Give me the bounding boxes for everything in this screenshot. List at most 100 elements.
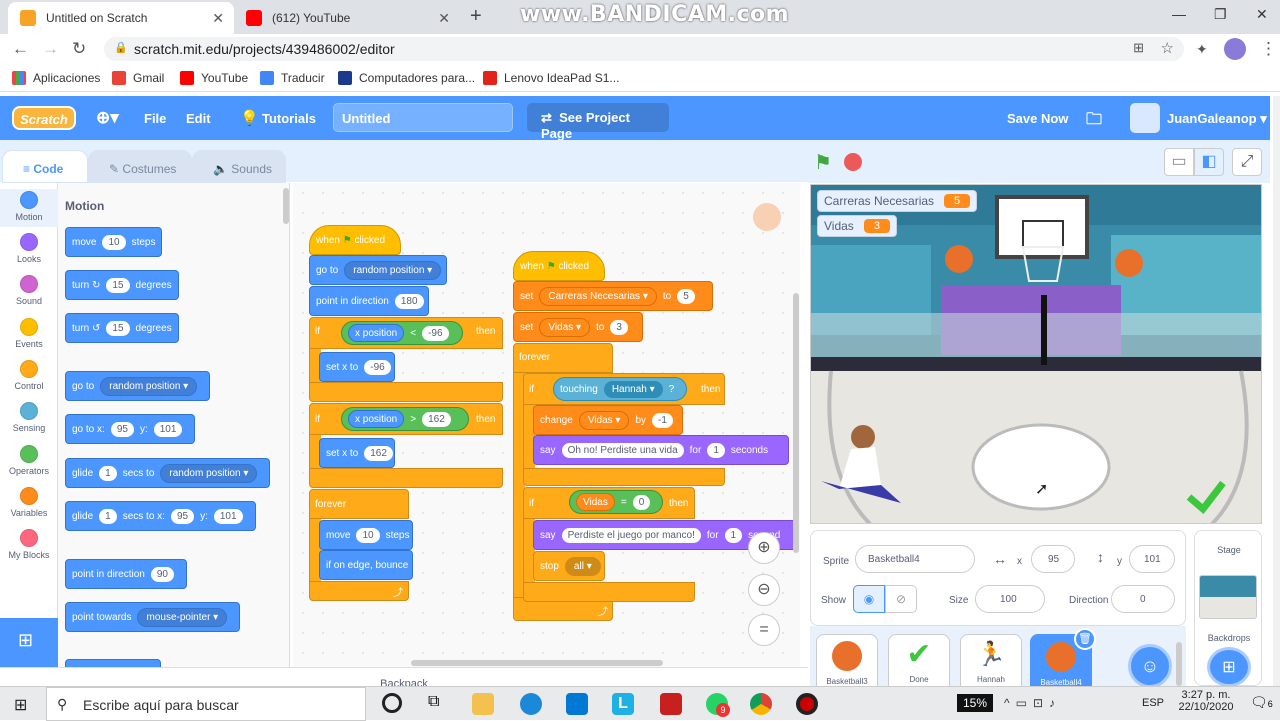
greater-than-operator[interactable]: x position >162 (341, 407, 469, 431)
taskbar-search-box[interactable]: ⚲ Escribe aquí para buscar (46, 687, 366, 721)
maximize-icon[interactable]: ❐ (1214, 6, 1227, 23)
stage-canvas[interactable]: Carreras Necesarias 5 Vidas 3 ➚ (810, 184, 1262, 524)
choose-backdrop-icon[interactable]: ⊞ (1207, 647, 1251, 687)
palette-scrollbar[interactable] (283, 188, 289, 224)
address-bar[interactable]: 🔒 scratch.mit.edu/projects/439486002/edi… (104, 37, 1184, 61)
category-sensing[interactable]: Sensing (0, 402, 58, 433)
new-tab-icon[interactable]: + (470, 5, 482, 28)
x-input[interactable]: 95 (1031, 545, 1075, 573)
when-flag-clicked-hat[interactable]: when ⚑ clicked (513, 251, 605, 281)
block-point-direction[interactable]: point in direction 180 (309, 286, 429, 316)
minimize-icon[interactable]: — (1172, 6, 1186, 22)
file-menu[interactable]: File (144, 111, 166, 126)
sprite-thumb-hannah[interactable]: 🏃 Hannah (960, 634, 1022, 694)
category-events[interactable]: Events (0, 318, 58, 349)
bookmark-star-icon[interactable]: ☆ (1161, 39, 1174, 57)
block-set-x[interactable]: set x to 162 (319, 438, 395, 468)
hide-eye-icon[interactable]: ⊘ (885, 585, 917, 613)
code-workspace[interactable]: when ⚑ clicked go to random position ▾ po… (293, 183, 800, 667)
chrome-icon[interactable] (750, 693, 772, 715)
monitor-carreras-necesarias[interactable]: Carreras Necesarias 5 (817, 190, 978, 212)
stage-target-panel[interactable]: Stage Backdrops ⊞ (1194, 530, 1262, 687)
workspace-vscrollbar[interactable] (793, 293, 799, 553)
equals-operator[interactable]: Vidas = 0 (569, 490, 663, 514)
cortana-icon[interactable] (382, 693, 402, 713)
block-glide-xy[interactable]: glide 1 secs to x: 95 y: 101 (65, 501, 256, 531)
category-sound[interactable]: Sound (0, 275, 58, 306)
extensions-icon[interactable]: ✦ (1196, 41, 1208, 58)
normal-stage-icon[interactable]: ◧ (1194, 148, 1224, 176)
username-menu[interactable]: JuanGaleanop ▾ (1167, 111, 1267, 127)
forward-icon[interactable]: → (42, 39, 59, 59)
bookmark-apps[interactable]: Aplicaciones (12, 71, 100, 85)
category-variables[interactable]: Variables (0, 487, 58, 518)
mail-icon[interactable] (566, 693, 588, 715)
tab-costumes[interactable]: ✎ Costumes (88, 150, 192, 183)
globe-language-icon[interactable]: ⊕▾ (96, 108, 119, 128)
bandicam-icon[interactable] (796, 693, 818, 715)
show-eye-icon[interactable]: ◉ (853, 585, 885, 613)
block-glide[interactable]: glide 1 secs to random position ▾ (65, 458, 271, 488)
edit-menu[interactable]: Edit (186, 111, 211, 126)
backpack-bar[interactable]: Backpack (0, 667, 808, 690)
block-move[interactable]: move 10 steps (65, 227, 163, 257)
save-now-button[interactable]: Save Now (1007, 111, 1068, 126)
sprite-name-input[interactable]: Basketball4 (855, 545, 975, 573)
close-tab-icon[interactable]: ✕ (212, 10, 224, 27)
block-partial[interactable] (65, 659, 161, 667)
bookmark-computadores[interactable]: Computadores para... (338, 71, 475, 85)
fullscreen-icon[interactable]: ⤢ (1232, 148, 1262, 176)
bookmark-youtube[interactable]: YouTube (180, 71, 248, 85)
lenovo-vantage-icon[interactable]: L (612, 693, 634, 715)
clock[interactable]: 3:27 p. m. 22/10/2020 (1176, 689, 1236, 713)
small-stage-icon[interactable]: ▭ (1164, 148, 1194, 176)
user-avatar[interactable] (1130, 103, 1160, 133)
bookmark-gmail[interactable]: Gmail (112, 71, 164, 85)
zoom-out-icon[interactable]: ⊖ (748, 574, 780, 606)
add-extension-button[interactable]: ⊞ (0, 618, 58, 667)
workspace-hscrollbar[interactable] (411, 660, 663, 666)
windows-start-icon[interactable]: ⊞ (14, 695, 27, 715)
block-go-to[interactable]: go to random position ▾ (65, 371, 211, 401)
size-input[interactable]: 100 (975, 585, 1045, 613)
category-my-blocks[interactable]: My Blocks (0, 529, 58, 560)
bookmark-lenovo[interactable]: Lenovo IdeaPad S1... (483, 71, 619, 85)
mcafee-icon[interactable] (660, 693, 682, 715)
block-set-variable[interactable]: set Vidas ▾ to 3 (513, 312, 643, 342)
category-control[interactable]: Control (0, 360, 58, 391)
choose-sprite-icon[interactable]: ☺ (1128, 644, 1172, 688)
scratch-logo[interactable]: Scratch (12, 106, 76, 130)
close-window-icon[interactable]: ✕ (1256, 6, 1268, 23)
block-point-direction[interactable]: point in direction 90 (65, 559, 187, 589)
browser-tab-youtube[interactable]: (612) YouTube ✕ (234, 2, 460, 34)
block-say-for-secs[interactable]: say Oh no! Perdiste una vida for 1 seconds (533, 435, 789, 465)
see-project-page-button[interactable]: ⇄ See Project Page (527, 103, 669, 141)
block-stop[interactable]: stop all ▾ (533, 551, 605, 581)
when-flag-clicked-hat[interactable]: when ⚑ clicked (309, 225, 401, 255)
category-motion[interactable]: Motion (0, 189, 58, 227)
bookmark-translate[interactable]: Traducir (260, 71, 325, 85)
green-flag-icon[interactable]: ⚑ (814, 150, 832, 175)
menu-kebab-icon[interactable]: ⋮ (1260, 39, 1277, 59)
block-set-x[interactable]: set x to -96 (319, 352, 395, 382)
block-set-variable[interactable]: set Carreras Necesarias ▾ to 5 (513, 281, 713, 311)
task-view-icon[interactable]: ⧉ (428, 693, 439, 711)
back-icon[interactable]: ← (12, 39, 29, 59)
translate-icon[interactable]: ⊞ (1133, 40, 1144, 56)
block-go-to-xy[interactable]: go to x: 95 y: 101 (65, 414, 196, 444)
zoom-reset-icon[interactable]: = (748, 614, 780, 646)
project-title-input[interactable]: Untitled (333, 103, 513, 132)
language-indicator[interactable]: ESP (1142, 697, 1164, 709)
block-change-variable[interactable]: change Vidas ▾ by -1 (533, 405, 683, 435)
block-point-towards[interactable]: point towards mouse-pointer ▾ (65, 602, 241, 632)
block-turn-left[interactable]: turn ↺ 15 degrees (65, 313, 179, 343)
block-go-to[interactable]: go to random position ▾ (309, 255, 447, 285)
sprite-thumb-basketball3[interactable]: Basketball3 (816, 634, 878, 694)
reload-icon[interactable]: ↻ (72, 39, 86, 59)
direction-input[interactable]: 0 (1111, 585, 1175, 613)
delete-sprite-icon[interactable]: 🗑 (1074, 628, 1096, 650)
folder-icon[interactable]: 🗀 (1086, 108, 1102, 135)
touching-sensing-block[interactable]: touching Hannah ▾? (553, 377, 687, 401)
block-turn-right[interactable]: turn ↻ 15 degrees (65, 270, 179, 300)
tab-code[interactable]: ≡ Code (2, 150, 88, 183)
